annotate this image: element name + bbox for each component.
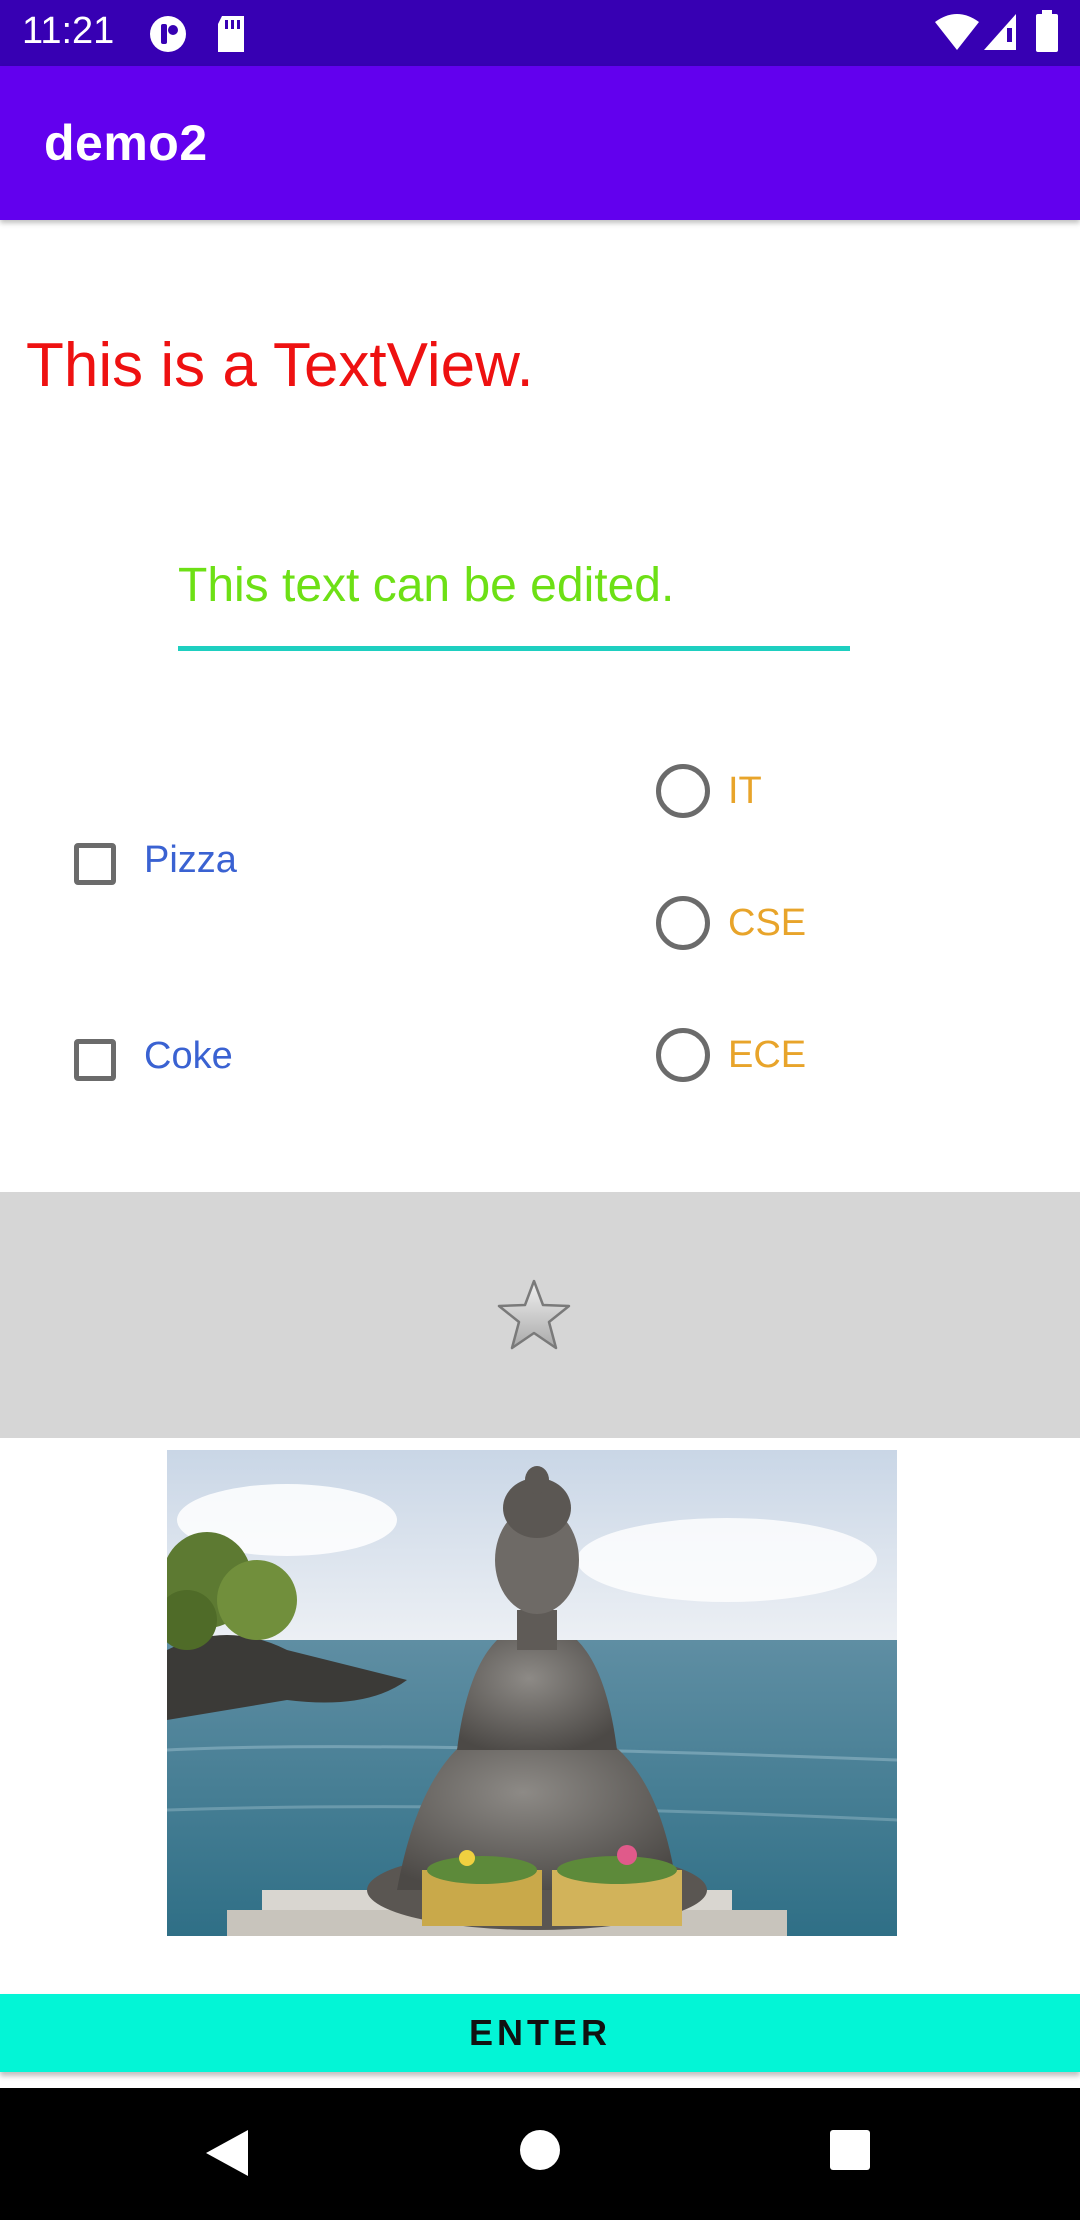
text-view: This is a TextView. — [26, 331, 534, 400]
notification-icon — [148, 14, 188, 54]
buddha-statue-photo — [167, 1450, 897, 1936]
navigation-bar — [0, 2088, 1080, 2220]
radio-circle[interactable] — [656, 896, 710, 950]
radio-label: ECE — [728, 1034, 807, 1076]
status-time: 11:21 — [22, 10, 115, 52]
signal-icon — [982, 12, 1018, 52]
wifi-icon — [934, 12, 980, 52]
sd-card-icon — [214, 14, 248, 54]
radio-label: CSE — [728, 902, 807, 944]
star-icon[interactable] — [496, 1278, 572, 1357]
enter-button[interactable]: ENTER — [0, 1994, 1080, 2072]
back-icon[interactable] — [204, 2128, 250, 2183]
checkbox-box[interactable] — [74, 1039, 116, 1081]
checkbox-label: Pizza — [144, 839, 237, 881]
radio-circle[interactable] — [656, 764, 710, 818]
battery-icon — [1036, 10, 1058, 52]
radio-label: IT — [728, 770, 762, 812]
checkbox-box[interactable] — [74, 843, 116, 885]
app-title: demo2 — [44, 115, 208, 171]
radio-circle[interactable] — [656, 1028, 710, 1082]
star-image-button[interactable] — [0, 1192, 1080, 1438]
recents-icon[interactable] — [828, 2128, 872, 2177]
edit-text-underline — [178, 646, 850, 651]
app-bar: demo2 — [0, 66, 1080, 220]
status-bar: 11:21 — [0, 0, 1080, 66]
checkbox-label: Coke — [144, 1035, 233, 1077]
screen: 11:21 demo2 This is a TextView. This tex… — [0, 0, 1080, 2220]
edit-text-field[interactable] — [178, 520, 850, 650]
home-icon[interactable] — [518, 2128, 562, 2177]
